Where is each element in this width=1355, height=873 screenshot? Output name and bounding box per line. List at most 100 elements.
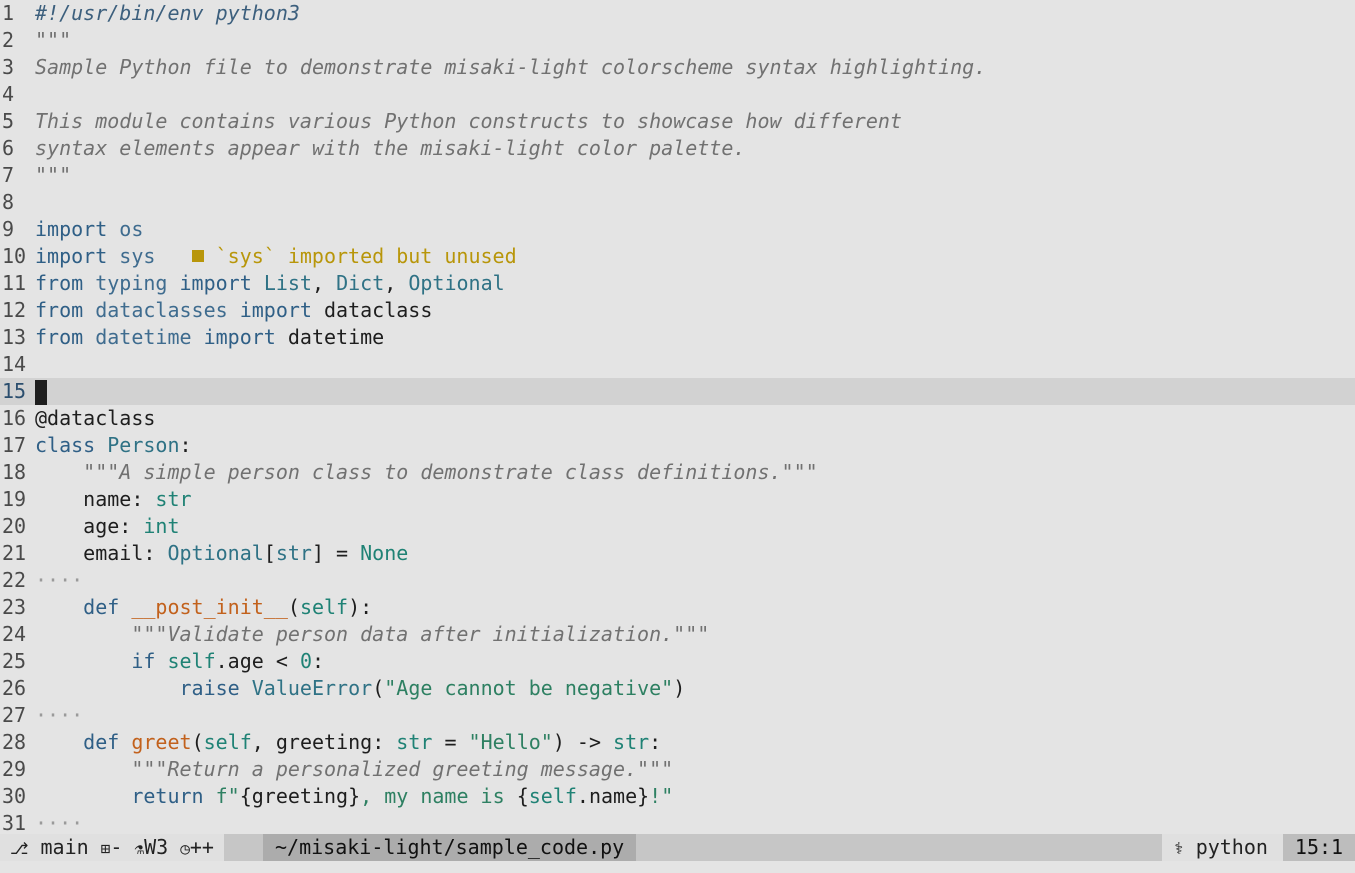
line-content: if self.age < 0:	[35, 648, 324, 675]
line-content: return f"{greeting}, my name is {self.na…	[35, 783, 673, 810]
cursor-position-value: 15:1	[1294, 835, 1344, 859]
code-token: {	[516, 784, 529, 808]
code-line[interactable]: 23 def __post_init__(self):	[0, 594, 1355, 621]
code-token: :	[311, 649, 325, 673]
code-token: datetime	[95, 325, 192, 349]
code-token: @dataclass	[35, 406, 156, 430]
code-token: if	[131, 649, 156, 673]
flask-icon: ⚗	[134, 839, 145, 858]
code-token: """A simple person class to demonstrate …	[83, 460, 818, 484]
code-token: self	[299, 595, 349, 619]
code-line[interactable]: 18 """A simple person class to demonstra…	[0, 459, 1355, 486]
code-line[interactable]: 1 #!/usr/bin/env python3	[0, 0, 1355, 27]
code-token: .age <	[215, 649, 300, 673]
code-token: Optional	[408, 271, 505, 295]
code-line[interactable]: 20 age: int	[0, 513, 1355, 540]
code-line[interactable]: 2 """	[0, 27, 1355, 54]
line-content: This module contains various Python cons…	[35, 108, 902, 135]
code-line[interactable]: 22 ····	[0, 567, 1355, 594]
line-content: from dataclasses import dataclass	[35, 297, 432, 324]
code-line[interactable]: 4	[0, 81, 1355, 108]
file-path[interactable]: ~/misaki-light/sample_code.py	[263, 834, 637, 861]
line-content: """Return a personalized greeting messag…	[35, 756, 673, 783]
code-line[interactable]: 30 return f"{greeting}, my name is {self…	[0, 783, 1355, 810]
diff-value: -	[110, 835, 123, 859]
code-token: import	[239, 298, 312, 322]
code-token: """	[35, 28, 72, 52]
code-line[interactable]: 29 """Return a personalized greeting mes…	[0, 756, 1355, 783]
code-token: import	[35, 244, 108, 268]
line-content: from datetime import datetime	[35, 324, 384, 351]
line-content: import sys `sys` imported but unused	[35, 243, 517, 270]
code-line[interactable]: 14	[0, 351, 1355, 378]
code-line[interactable]: 27 ····	[0, 702, 1355, 729]
code-token: """	[35, 163, 72, 187]
code-token: ,	[384, 271, 409, 295]
code-line[interactable]: 31 ····	[0, 810, 1355, 834]
code-line[interactable]: 28 def greet(self, greeting: str = "Hell…	[0, 729, 1355, 756]
code-token: from	[35, 271, 84, 295]
code-token: greet	[131, 730, 192, 754]
code-token: , my name is	[360, 784, 517, 808]
warnings-count[interactable]: W3	[144, 835, 168, 859]
code-token: ValueError	[251, 676, 373, 700]
code-line[interactable]: 10 import sys `sys` imported but unused	[0, 243, 1355, 270]
code-line[interactable]: 9 import os	[0, 216, 1355, 243]
code-line[interactable]: 12 from dataclasses import dataclass	[0, 297, 1355, 324]
line-content: def __post_init__(self):	[35, 594, 372, 621]
line-content: syntax elements appear with the misaki-l…	[35, 135, 745, 162]
warning-icon	[191, 250, 204, 262]
line-number: 27	[2, 703, 27, 727]
code-line[interactable]: 21 email: Optional[str] = None	[0, 540, 1355, 567]
code-line[interactable]: 5 This module contains various Python con…	[0, 108, 1355, 135]
code-token: str	[275, 541, 312, 565]
code-token: raise	[179, 676, 240, 700]
code-token: return	[131, 784, 204, 808]
code-line[interactable]: 24 """Validate person data after initial…	[0, 621, 1355, 648]
filetype-segment[interactable]: ⚕ python	[1162, 834, 1283, 861]
code-line[interactable]: 16 @dataclass	[0, 405, 1355, 432]
line-number: 29	[2, 757, 27, 781]
code-line[interactable]: 11 from typing import List, Dict, Optiona…	[0, 270, 1355, 297]
current-line[interactable]: 15	[0, 378, 1355, 405]
code-line[interactable]: 13 from datetime import datetime	[0, 324, 1355, 351]
line-number: 16	[2, 406, 27, 430]
code-token: ,	[311, 271, 337, 295]
code-token: str	[155, 487, 192, 511]
line-content: from typing import List, Dict, Optional	[35, 270, 505, 297]
diagnostic-message[interactable]: `sys` imported but unused	[216, 244, 517, 268]
code-token: "Age cannot be negative"	[384, 676, 674, 700]
code-line[interactable]: 19 name: str	[0, 486, 1355, 513]
code-line[interactable]: 8	[0, 189, 1355, 216]
code-token: Optional	[167, 541, 264, 565]
branch-name[interactable]: main	[40, 835, 88, 859]
line-number: 10	[2, 244, 27, 268]
code-line[interactable]: 6 syntax elements appear with the misaki-…	[0, 135, 1355, 162]
diff-icon: ⊞	[100, 839, 111, 858]
code-line[interactable]: 17 class Person:	[0, 432, 1355, 459]
code-token: (	[372, 676, 385, 700]
clock-value: ++	[189, 835, 214, 859]
line-content: Sample Python file to demonstrate misaki…	[35, 54, 986, 81]
code-token: int	[143, 514, 180, 538]
line-number: 14	[2, 352, 27, 376]
cursor-position: 15:1	[1283, 834, 1355, 861]
line-number: 24	[2, 622, 27, 646]
code-line[interactable]: 25 if self.age < 0:	[0, 648, 1355, 675]
code-token: Person	[107, 433, 180, 457]
code-line[interactable]: 7 """	[0, 162, 1355, 189]
code-line[interactable]: 3 Sample Python file to demonstrate misak…	[0, 54, 1355, 81]
code-line[interactable]: 26 raise ValueError("Age cannot be negat…	[0, 675, 1355, 702]
code-editor[interactable]: 1 #!/usr/bin/env python3 2 """ 3 Sample Pytho…	[0, 0, 1355, 834]
